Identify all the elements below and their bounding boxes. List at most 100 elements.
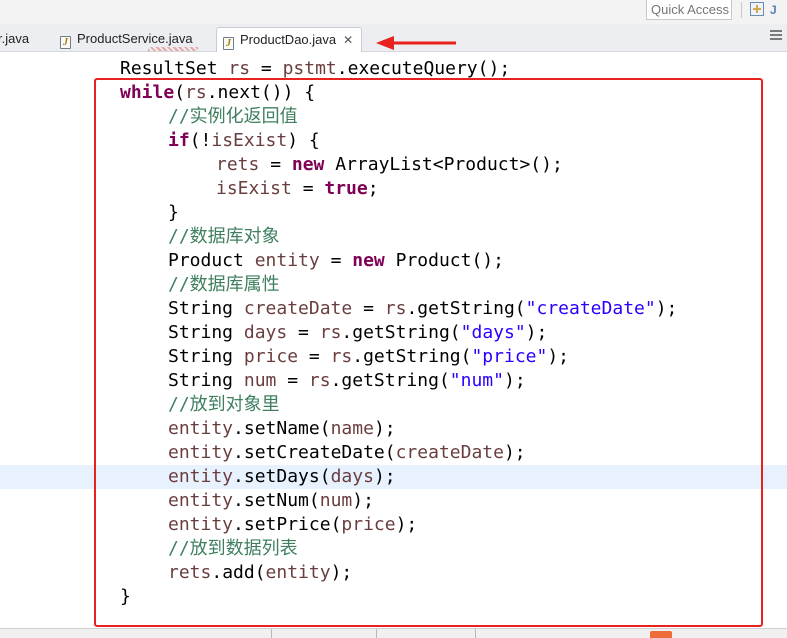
code-token: String bbox=[168, 370, 244, 391]
warning-underline bbox=[148, 47, 198, 51]
code-token: String bbox=[168, 322, 244, 343]
code-line[interactable]: //实例化返回值 bbox=[0, 105, 787, 129]
code-line-text: //放到对象里 bbox=[168, 393, 280, 417]
code-token: ); bbox=[373, 418, 396, 439]
code-line[interactable]: entity.setDays(days); bbox=[0, 465, 787, 489]
code-line[interactable]: String days = rs.getString("days"); bbox=[0, 321, 787, 345]
code-token: ); bbox=[352, 490, 374, 511]
code-token: Product(); bbox=[384, 250, 504, 271]
code-token: rs bbox=[384, 298, 407, 319]
java-file-icon: J bbox=[223, 37, 234, 50]
code-line-text: String num = rs.getString("num"); bbox=[168, 369, 526, 393]
code-line[interactable]: entity.setPrice(price); bbox=[0, 513, 787, 537]
code-line[interactable]: String num = rs.getString("num"); bbox=[0, 369, 787, 393]
code-line[interactable]: rets = new ArrayList<Product>(); bbox=[0, 153, 787, 177]
code-token: .getString( bbox=[341, 322, 461, 343]
code-token: rs bbox=[330, 346, 353, 367]
code-line-text: Product entity = new Product(); bbox=[168, 249, 504, 273]
code-line[interactable]: String price = rs.getString("price"); bbox=[0, 345, 787, 369]
code-token: if bbox=[168, 130, 190, 151]
java-file-icon: J bbox=[60, 36, 71, 49]
code-token: .setName( bbox=[233, 418, 331, 439]
code-token: ); bbox=[373, 466, 396, 487]
code-line[interactable]: //放到对象里 bbox=[0, 393, 787, 417]
code-token: while bbox=[120, 82, 175, 103]
code-line[interactable]: entity.setName(name); bbox=[0, 417, 787, 441]
code-token: rs bbox=[319, 322, 342, 343]
code-token: .executeQuery(); bbox=[336, 58, 511, 79]
toolbar-separator bbox=[741, 2, 742, 18]
code-token: ArrayList<Product>(); bbox=[324, 154, 563, 175]
code-token: ) { bbox=[287, 130, 320, 151]
code-token: = bbox=[352, 298, 385, 319]
code-line[interactable]: Product entity = new Product(); bbox=[0, 249, 787, 273]
code-line[interactable]: isExist = true; bbox=[0, 177, 787, 201]
open-perspective-icon[interactable] bbox=[750, 2, 764, 16]
code-line-text: entity.setNum(num); bbox=[168, 489, 374, 513]
close-tab-icon[interactable]: ✕ bbox=[343, 33, 353, 47]
code-token: //数据库对象 bbox=[168, 226, 280, 247]
code-token: ; bbox=[367, 178, 379, 199]
code-token: ); bbox=[395, 514, 418, 535]
status-icon bbox=[650, 631, 672, 638]
status-bar bbox=[0, 628, 787, 638]
code-line-text: rets.add(entity); bbox=[168, 561, 352, 585]
code-line[interactable]: } bbox=[0, 201, 787, 225]
code-token: .add( bbox=[211, 562, 266, 583]
tab-productdao-java[interactable]: J ProductDao.java ✕ bbox=[216, 27, 362, 52]
code-token: entity bbox=[168, 442, 234, 463]
code-line[interactable]: ResultSet rs = pstmt.executeQuery(); bbox=[0, 57, 787, 81]
code-editor[interactable]: ResultSet rs = pstmt.executeQuery(); whil… bbox=[0, 52, 787, 628]
code-line-text: entity.setDays(days); bbox=[168, 465, 396, 489]
code-line-text: entity.setCreateDate(createDate); bbox=[168, 441, 526, 465]
code-token: entity bbox=[254, 250, 320, 271]
code-line[interactable]: entity.setCreateDate(createDate); bbox=[0, 441, 787, 465]
code-line[interactable]: if(!isExist) { bbox=[0, 129, 787, 153]
code-line-text: } bbox=[168, 201, 179, 225]
code-token: ); bbox=[525, 322, 548, 343]
code-token: rs bbox=[185, 82, 207, 103]
code-line-text: } bbox=[120, 585, 131, 609]
code-token: .next()) { bbox=[206, 82, 316, 103]
java-perspective-icon[interactable]: J bbox=[770, 1, 787, 19]
code-line-text: //放到数据列表 bbox=[168, 537, 298, 561]
code-line-text: ResultSet rs = pstmt.executeQuery(); bbox=[120, 57, 510, 81]
code-line[interactable]: String createDate = rs.getString("create… bbox=[0, 297, 787, 321]
code-token: String bbox=[168, 298, 244, 319]
code-line[interactable]: while(rs.next()) { bbox=[0, 81, 787, 105]
code-token: pstmt bbox=[282, 58, 337, 79]
code-token: entity bbox=[168, 418, 234, 439]
annotation-arrow bbox=[376, 36, 456, 50]
code-token: = bbox=[287, 322, 320, 343]
code-token: .getString( bbox=[330, 370, 450, 391]
code-line[interactable]: //数据库对象 bbox=[0, 225, 787, 249]
code-line[interactable]: //放到数据列表 bbox=[0, 537, 787, 561]
code-token: ); bbox=[330, 562, 353, 583]
code-token: "price" bbox=[471, 346, 548, 367]
code-line[interactable]: } bbox=[0, 585, 787, 609]
code-token: //数据库属性 bbox=[168, 274, 280, 295]
code-token: createDate bbox=[395, 442, 504, 463]
code-token: Product bbox=[168, 250, 255, 271]
tab-r-java[interactable]: r.java bbox=[0, 27, 29, 52]
code-token: name bbox=[330, 418, 374, 439]
code-line-text: String days = rs.getString("days"); bbox=[168, 321, 547, 345]
code-token: .setCreateDate( bbox=[233, 442, 396, 463]
view-menu-icon[interactable] bbox=[770, 30, 782, 40]
tab-label: ProductService.java bbox=[77, 31, 193, 46]
code-token: //放到对象里 bbox=[168, 394, 280, 415]
code-token: .setNum( bbox=[233, 490, 320, 511]
code-token: = bbox=[298, 346, 331, 367]
code-token: isExist bbox=[211, 130, 288, 151]
code-line[interactable]: entity.setNum(num); bbox=[0, 489, 787, 513]
quick-access-input[interactable] bbox=[646, 0, 732, 20]
code-line[interactable]: //数据库属性 bbox=[0, 273, 787, 297]
code-token: createDate bbox=[243, 298, 353, 319]
tab-label: ProductDao.java bbox=[240, 32, 337, 47]
code-line-text: entity.setName(name); bbox=[168, 417, 396, 441]
code-line-text: entity.setPrice(price); bbox=[168, 513, 417, 537]
code-token: .setDays( bbox=[233, 466, 331, 487]
code-line[interactable]: rets.add(entity); bbox=[0, 561, 787, 585]
code-token: String bbox=[168, 346, 244, 367]
code-token: = bbox=[276, 370, 309, 391]
